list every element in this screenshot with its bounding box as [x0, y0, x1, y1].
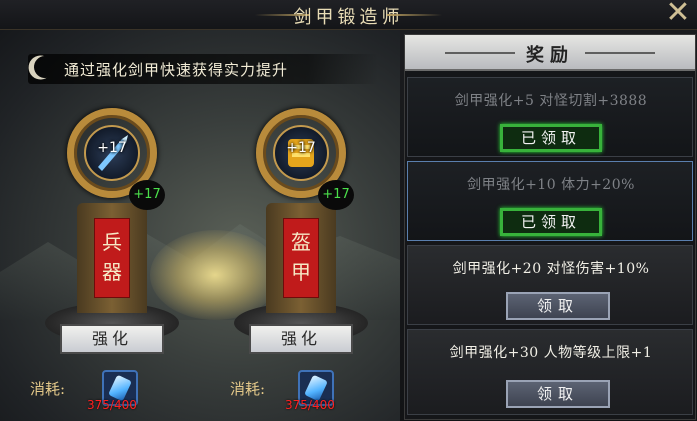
forge-scene: 通过强化剑甲快速获得实力提升 +17 +17 兵器 +17 +17 盔甲 强化 …: [0, 30, 400, 421]
reward-text: 剑甲强化+10 体力+20%: [467, 177, 635, 193]
armor-level-badge: +17: [318, 180, 354, 210]
armor-cost-label: 消耗:: [230, 380, 266, 398]
header-ornament-right: [585, 52, 655, 54]
weapon-name-banner: 兵器: [94, 218, 130, 298]
reward-text: 剑甲强化+20 对怪伤害+10%: [452, 261, 650, 277]
reward-row: 剑甲强化+20 对怪伤害+10% 领取: [407, 245, 693, 325]
armor-orb-level: +17: [286, 140, 316, 156]
rewards-header: 奖励: [405, 35, 695, 71]
title-ornament-right: [387, 14, 442, 16]
reward-row: 剑甲强化+10 体力+20% 已领取: [407, 161, 693, 241]
forge-window: 剑甲锻造师 ✕ 通过强化剑甲快速获得实力提升 +17 +17 兵器 +17 +1…: [0, 0, 697, 421]
rewards-title: 奖励: [526, 45, 574, 66]
reward-row: 剑甲强化+30 人物等级上限+1 领取: [407, 329, 693, 415]
close-x-icon[interactable]: ✕: [662, 0, 694, 28]
intro-subtitle: 通过强化剑甲快速获得实力提升: [64, 61, 289, 79]
claim-reward-button[interactable]: 领取: [506, 380, 610, 408]
window-title: 剑甲锻造师: [293, 7, 404, 28]
title-bar: 剑甲锻造师 ✕: [0, 0, 697, 30]
armor-name-banner: 盔甲: [283, 218, 319, 298]
weapon-level-badge: +17: [129, 180, 165, 210]
reward-text: 剑甲强化+30 人物等级上限+1: [449, 345, 653, 361]
armor-cost-value: 375/400: [285, 398, 335, 412]
claimed-button[interactable]: 已领取: [500, 124, 602, 152]
weapon-cost-label: 消耗:: [30, 380, 66, 398]
reward-text: 剑甲强化+5 对怪切割+3888: [454, 93, 648, 109]
rewards-panel: 奖励 剑甲强化+5 对怪切割+3888 已领取 剑甲强化+10 体力+20% 已…: [404, 34, 696, 420]
reward-row: 剑甲强化+5 对怪切割+3888 已领取: [407, 77, 693, 157]
strengthen-armor-button[interactable]: 强化: [249, 324, 353, 354]
claim-reward-button[interactable]: 领取: [506, 292, 610, 320]
claimed-button[interactable]: 已领取: [500, 208, 602, 236]
weapon-orb-level: +17: [97, 140, 127, 156]
weapon-cost-value: 375/400: [87, 398, 137, 412]
strengthen-weapon-button[interactable]: 强化: [60, 324, 164, 354]
